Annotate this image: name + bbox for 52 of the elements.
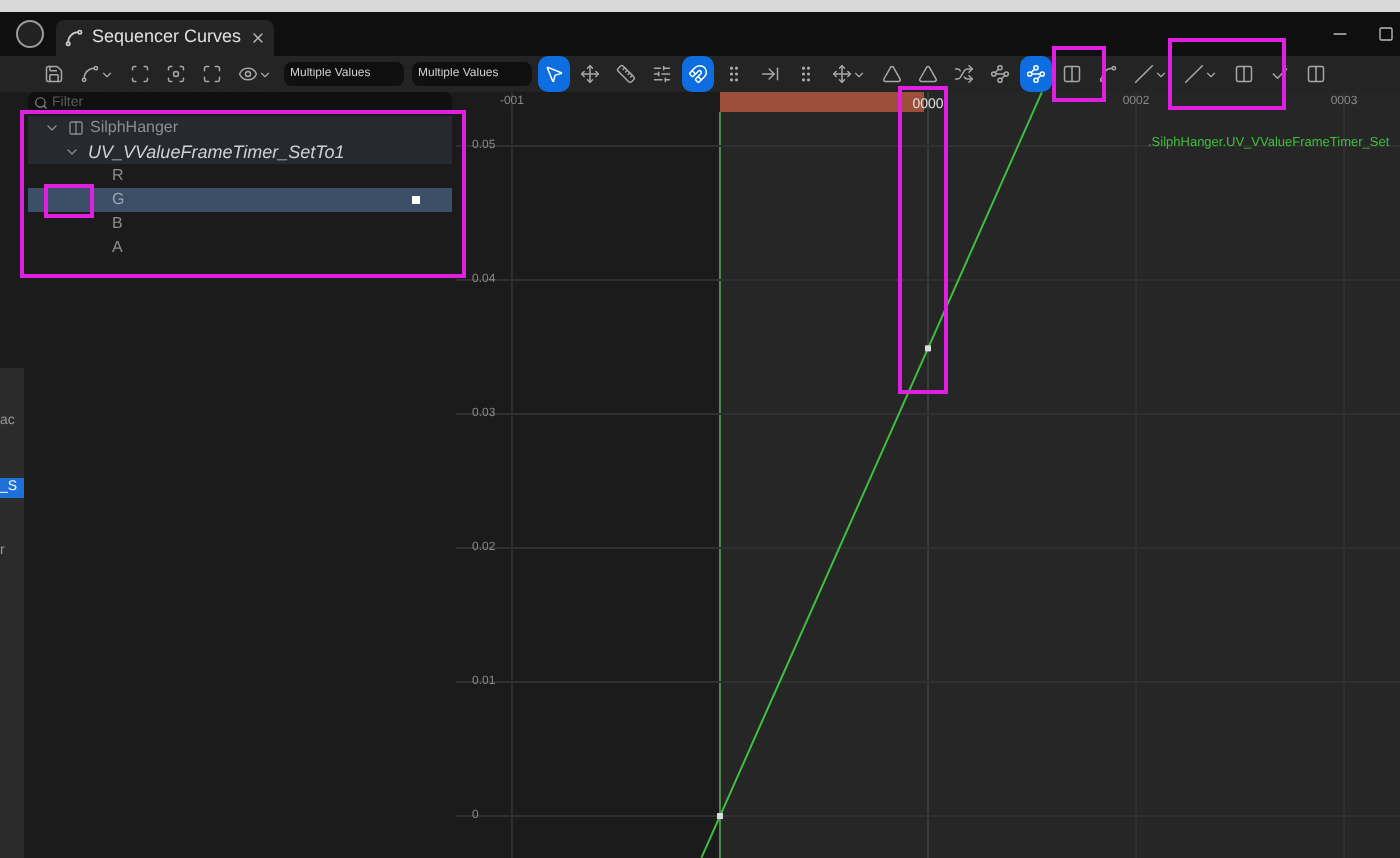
maximize-icon[interactable] bbox=[1378, 26, 1394, 42]
editor-tab[interactable]: Sequencer Curves bbox=[56, 20, 274, 56]
dots-icon bbox=[796, 64, 816, 84]
caret-icon bbox=[852, 67, 866, 81]
dots-icon bbox=[724, 64, 744, 84]
tangent-weight-icon bbox=[990, 64, 1010, 84]
key-marker-icon bbox=[412, 196, 420, 204]
caret-icon bbox=[1154, 67, 1168, 81]
curve-icon bbox=[64, 28, 84, 48]
curve-menu-icon bbox=[80, 64, 100, 84]
search-icon bbox=[34, 96, 48, 110]
tree-row[interactable]: G bbox=[28, 188, 452, 212]
tree-row[interactable]: B bbox=[28, 212, 452, 236]
tree-label: G bbox=[112, 192, 125, 208]
interp-cubic-icon bbox=[1098, 64, 1118, 84]
tree-row[interactable]: UV_VValueFrameTimer_SetTo1 bbox=[28, 140, 452, 164]
frame-select-icon bbox=[130, 64, 150, 84]
move-menu-icon bbox=[832, 64, 852, 84]
save-icon bbox=[44, 64, 64, 84]
tree-label: R bbox=[112, 168, 124, 184]
tree-row[interactable]: SilphHanger bbox=[28, 116, 452, 140]
snap-time-icon bbox=[760, 64, 780, 84]
snap-button[interactable] bbox=[684, 58, 712, 90]
multi-icon bbox=[652, 64, 672, 84]
caret-icon bbox=[100, 67, 114, 81]
caret-icon bbox=[258, 67, 272, 81]
tree-label: A bbox=[112, 240, 123, 256]
tree-label: UV_VValueFrameTimer_SetTo1 bbox=[88, 143, 345, 161]
tab-title: Sequencer Curves bbox=[92, 24, 242, 51]
interp-linear-icon bbox=[1026, 64, 1046, 84]
engine-logo-icon bbox=[16, 20, 44, 48]
select-button[interactable] bbox=[540, 58, 568, 90]
highlight-frame bbox=[1168, 38, 1286, 110]
view-menu-icon bbox=[238, 64, 258, 84]
tree-row[interactable]: A bbox=[28, 236, 452, 260]
select-icon bbox=[544, 64, 564, 84]
frame-all-icon bbox=[202, 64, 222, 84]
pre-infinity-icon bbox=[1134, 64, 1154, 84]
curve-key[interactable] bbox=[717, 813, 723, 820]
tangent-break-icon bbox=[954, 64, 974, 84]
post-infinity-icon bbox=[1184, 64, 1204, 84]
close-icon[interactable] bbox=[249, 30, 266, 46]
frame-key-icon bbox=[166, 64, 186, 84]
retime-icon bbox=[616, 64, 636, 84]
tree-label: B bbox=[112, 216, 123, 232]
caret-icon bbox=[1204, 67, 1218, 81]
interp-linear-button[interactable] bbox=[1022, 58, 1050, 90]
snap-icon bbox=[688, 64, 708, 84]
transform-icon bbox=[580, 64, 600, 84]
tree-row[interactable]: R bbox=[28, 164, 452, 188]
highlight-frame bbox=[1052, 46, 1106, 102]
tree-label: SilphHanger bbox=[90, 120, 179, 136]
